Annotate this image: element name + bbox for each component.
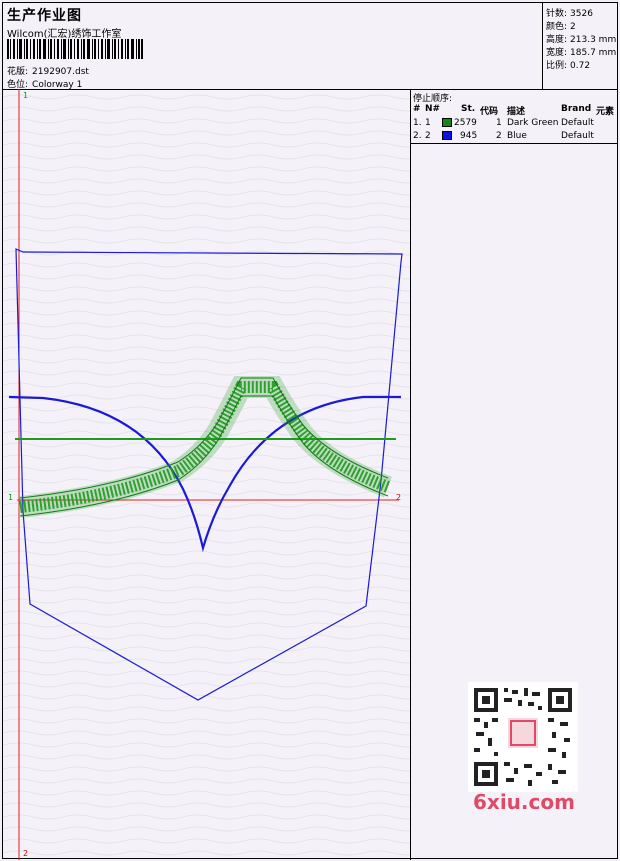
design-file-name: 2192907.dst [32, 67, 89, 77]
design-canvas[interactable]: 1 2 1 2 [3, 89, 411, 860]
col-header-code: 代码 [480, 107, 499, 117]
row-index: 1. [413, 118, 422, 128]
col-header-description: 描述 [507, 107, 526, 117]
header-info-panel: 生产作业图 Wilcom(汇宏)绣饰工作室 花版: 2192907.dst 色位… [3, 3, 543, 90]
color-swatch [442, 131, 452, 140]
design-file-row: 花版: 2192907.dst [7, 64, 89, 77]
row-needle: 2 [425, 131, 431, 141]
spec-stitches: 针数: 3526 [546, 6, 593, 19]
watermark-text: 6xiu.com [473, 790, 575, 814]
spec-value: 0.72 [570, 61, 591, 71]
axis-right-marker: 2 [396, 493, 402, 502]
col-header-needle: N# [425, 104, 441, 114]
axis-bottom-marker: 2 [23, 849, 29, 858]
row-code: 1 [496, 118, 502, 128]
row-stitches: 945 [460, 131, 478, 141]
col-header-brand: Brand [561, 104, 592, 114]
row-description: Blue [507, 131, 527, 141]
stop-sequence-title: 停止顺序: [413, 94, 453, 104]
spec-width: 宽度: 185.7 mm [546, 45, 616, 58]
spec-value: 185.7 mm [570, 48, 617, 58]
stop-sequence-table: 停止顺序: # N# St. 代码 描述 Brand 元素 1. 1 2579 … [410, 89, 618, 144]
company-name: Wilcom(汇宏)绣饰工作室 [7, 29, 122, 40]
row-code: 2 [496, 131, 502, 141]
design-preview [3, 89, 410, 860]
spec-height: 高度: 213.3 mm [546, 32, 616, 45]
col-header-index: # [413, 104, 421, 114]
design-label: 花版: [7, 67, 29, 77]
row-brand: Default [561, 131, 594, 141]
spec-label: 高度: [546, 35, 568, 45]
spec-value: 213.3 mm [570, 35, 617, 45]
barcode-icon [7, 39, 143, 59]
row-index: 2. [413, 131, 422, 141]
row-needle: 1 [425, 118, 431, 128]
axis-top-marker: 1 [23, 91, 29, 100]
color-swatch [442, 118, 452, 127]
spec-panel: 针数: 3526 颜色: 2 高度: 213.3 mm 宽度: 185.7 mm 比例:… [542, 3, 618, 90]
spec-label: 针数: [546, 9, 568, 19]
row-stitches: 2579 [454, 118, 477, 128]
spec-colors: 颜色: 2 [546, 19, 576, 32]
spec-label: 颜色: [546, 22, 568, 32]
spec-label: 比例: [546, 61, 568, 71]
spec-label: 宽度: [546, 48, 568, 58]
qr-code-icon [468, 682, 578, 792]
spec-value: 3526 [570, 9, 593, 19]
spec-value: 2 [570, 22, 576, 32]
row-brand: Default [561, 118, 594, 128]
spec-scale: 比例: 0.72 [546, 58, 590, 71]
row-description: Dark Green [507, 118, 559, 128]
axis-left-marker: 1 [8, 493, 14, 502]
col-header-stitches: St. [461, 104, 476, 114]
col-header-element: 元素 [596, 107, 615, 117]
page-title: 生产作业图 [7, 8, 82, 24]
